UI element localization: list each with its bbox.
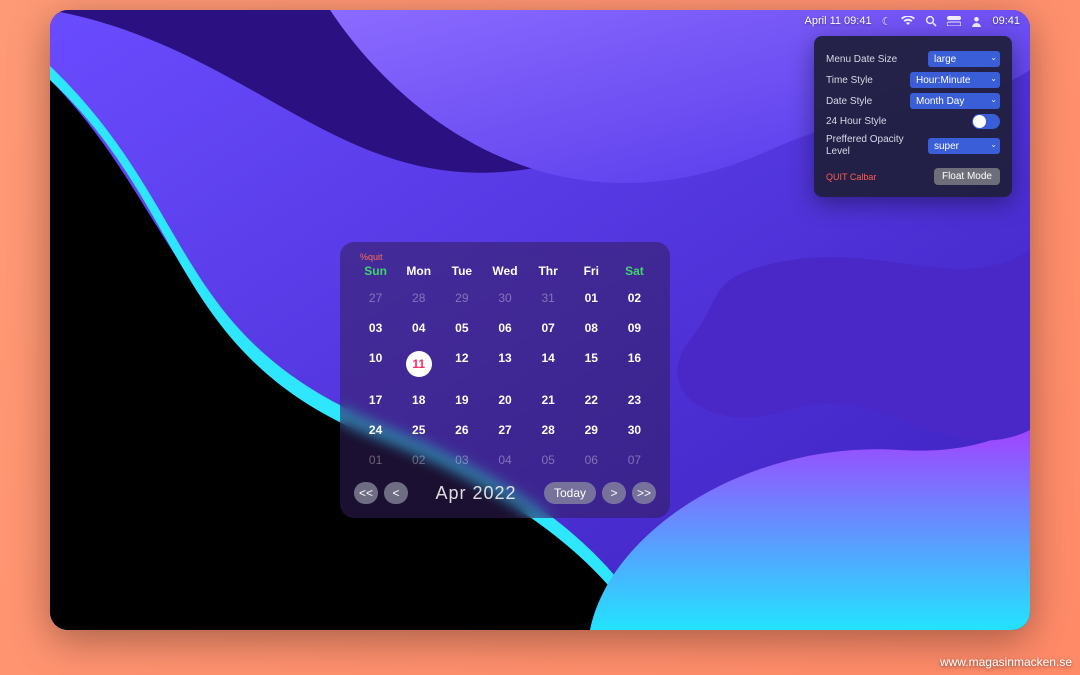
- menubar-time[interactable]: 09:41: [992, 15, 1020, 27]
- float-mode-button[interactable]: Float Mode: [934, 168, 1000, 185]
- calendar-day[interactable]: 02: [397, 448, 440, 472]
- desktop-window: April 11 09:41 ☾ 09:41 Menu Date Size la…: [50, 10, 1030, 630]
- calendar-tag: %quit: [360, 252, 656, 262]
- prev-button[interactable]: <: [384, 482, 408, 504]
- calendar-day[interactable]: 06: [570, 448, 613, 472]
- calendar-day[interactable]: 15: [570, 346, 613, 382]
- calendar-day[interactable]: 30: [483, 286, 526, 310]
- calendar-day[interactable]: 22: [570, 388, 613, 412]
- calendar-grid: SunMonTueWedThrFriSat2728293031010203040…: [354, 262, 656, 472]
- label-date-style: Date Style: [826, 96, 904, 107]
- control-center-icon[interactable]: [947, 16, 961, 26]
- calendar-day[interactable]: 03: [440, 448, 483, 472]
- calendar-day[interactable]: 17: [354, 388, 397, 412]
- day-header: Thr: [527, 262, 570, 280]
- calendar-widget: %quit SunMonTueWedThrFriSat2728293031010…: [340, 242, 670, 518]
- day-header: Fri: [570, 262, 613, 280]
- calendar-day[interactable]: 26: [440, 418, 483, 442]
- chevron-down-icon: ⌄: [990, 74, 997, 83]
- select-opacity[interactable]: super⌄: [928, 138, 1000, 154]
- calendar-day[interactable]: 05: [440, 316, 483, 340]
- chevron-down-icon: ⌄: [990, 95, 997, 104]
- calendar-day-today[interactable]: 11: [397, 346, 440, 382]
- calendar-day[interactable]: 10: [354, 346, 397, 382]
- menubar-datetime[interactable]: April 11 09:41: [805, 15, 872, 27]
- row-24-hour: 24 Hour Style: [826, 114, 1000, 129]
- quit-link[interactable]: QUIT Calbar: [826, 172, 876, 182]
- chevron-down-icon: ⌄: [990, 53, 997, 62]
- calendar-day[interactable]: 24: [354, 418, 397, 442]
- calendar-day[interactable]: 30: [613, 418, 656, 442]
- calendar-day[interactable]: 28: [397, 286, 440, 310]
- search-icon[interactable]: [925, 15, 937, 27]
- calendar-day[interactable]: 29: [440, 286, 483, 310]
- label-24-hour: 24 Hour Style: [826, 116, 904, 127]
- calendar-day[interactable]: 31: [527, 286, 570, 310]
- select-date-style[interactable]: Month Day⌄: [910, 93, 1000, 109]
- row-date-style: Date Style Month Day⌄: [826, 93, 1000, 109]
- calendar-day[interactable]: 20: [483, 388, 526, 412]
- calendar-day[interactable]: 08: [570, 316, 613, 340]
- calendar-day[interactable]: 07: [527, 316, 570, 340]
- user-icon[interactable]: [971, 16, 982, 27]
- calendar-day[interactable]: 02: [613, 286, 656, 310]
- day-header: Tue: [440, 262, 483, 280]
- row-menu-date-size: Menu Date Size large⌄: [826, 51, 1000, 67]
- next-fast-button[interactable]: >>: [632, 482, 656, 504]
- calendar-day[interactable]: 01: [570, 286, 613, 310]
- label-opacity: Preffered Opacity Level: [826, 134, 904, 158]
- label-time-style: Time Style: [826, 75, 904, 86]
- calendar-day[interactable]: 07: [613, 448, 656, 472]
- calendar-day[interactable]: 03: [354, 316, 397, 340]
- calendar-day[interactable]: 06: [483, 316, 526, 340]
- today-button[interactable]: Today: [544, 482, 596, 504]
- month-label: Apr 2022: [435, 483, 516, 504]
- calendar-day[interactable]: 28: [527, 418, 570, 442]
- calendar-day[interactable]: 13: [483, 346, 526, 382]
- settings-panel: Menu Date Size large⌄ Time Style Hour:Mi…: [814, 36, 1012, 197]
- prev-fast-button[interactable]: <<: [354, 482, 378, 504]
- calendar-day[interactable]: 16: [613, 346, 656, 382]
- day-header: Mon: [397, 262, 440, 280]
- calendar-day[interactable]: 25: [397, 418, 440, 442]
- calendar-day[interactable]: 01: [354, 448, 397, 472]
- day-header: Sun: [354, 262, 397, 280]
- calendar-day[interactable]: 27: [483, 418, 526, 442]
- calendar-day[interactable]: 27: [354, 286, 397, 310]
- calendar-day[interactable]: 09: [613, 316, 656, 340]
- calendar-day[interactable]: 19: [440, 388, 483, 412]
- label-menu-date-size: Menu Date Size: [826, 54, 904, 65]
- next-button[interactable]: >: [602, 482, 626, 504]
- day-header: Wed: [483, 262, 526, 280]
- chevron-down-icon: ⌄: [990, 140, 997, 149]
- row-time-style: Time Style Hour:Minute⌄: [826, 72, 1000, 88]
- calendar-day[interactable]: 04: [397, 316, 440, 340]
- select-menu-date-size[interactable]: large⌄: [928, 51, 1000, 67]
- calendar-day[interactable]: 04: [483, 448, 526, 472]
- calendar-day[interactable]: 14: [527, 346, 570, 382]
- toggle-24-hour[interactable]: [972, 114, 1000, 129]
- watermark: www.magasinmacken.se: [940, 655, 1072, 669]
- row-opacity: Preffered Opacity Level super⌄: [826, 134, 1000, 158]
- menubar: April 11 09:41 ☾ 09:41: [50, 10, 1030, 32]
- calendar-day[interactable]: 21: [527, 388, 570, 412]
- calendar-day[interactable]: 23: [613, 388, 656, 412]
- calendar-day[interactable]: 05: [527, 448, 570, 472]
- calendar-day[interactable]: 29: [570, 418, 613, 442]
- calendar-day[interactable]: 12: [440, 346, 483, 382]
- calendar-nav: << < Apr 2022 Today > >>: [354, 482, 656, 504]
- select-time-style[interactable]: Hour:Minute⌄: [910, 72, 1000, 88]
- day-header: Sat: [613, 262, 656, 280]
- moon-icon[interactable]: ☾: [882, 15, 892, 28]
- wifi-icon[interactable]: [901, 16, 915, 26]
- calendar-day[interactable]: 18: [397, 388, 440, 412]
